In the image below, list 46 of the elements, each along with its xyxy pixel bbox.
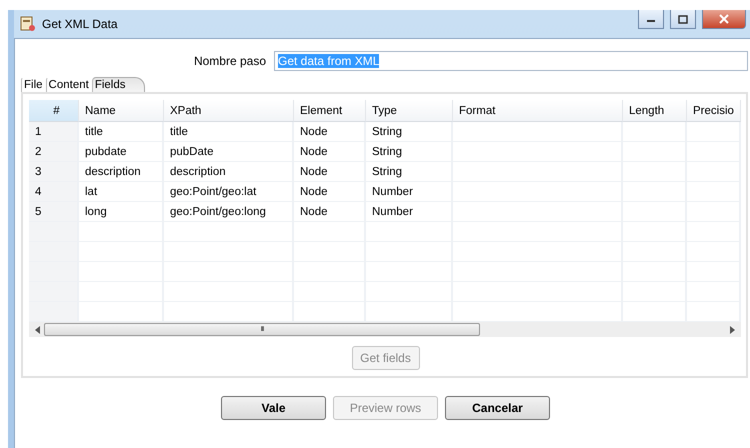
column-header[interactable]: Name [79,100,164,122]
table-cell: title [164,122,294,142]
row-number: 2 [29,142,79,162]
table-cell: Number [366,182,453,202]
tab[interactable]: Fields [92,77,144,92]
table-cell: Number [366,202,453,222]
column-header[interactable]: Length [623,100,687,122]
column-header[interactable]: Precisio [687,100,741,122]
row-number: 5 [29,202,79,222]
table-cell: Node [294,122,366,142]
table-cell: String [366,162,453,182]
minimize-button[interactable] [638,10,664,29]
table-cell: geo:Point/geo:lat [164,182,294,202]
maximize-icon [678,14,688,24]
table-cell: description [164,162,294,182]
tab[interactable]: Content [46,77,92,92]
close-button[interactable] [702,10,746,29]
table-cell: title [79,122,164,142]
column-header[interactable]: Element [294,100,366,122]
maximize-button[interactable] [670,10,696,29]
table-cell: Node [294,202,366,222]
table-cell: String [366,142,453,162]
window-title: Get XML Data [42,17,119,31]
table-cell: long [79,202,164,222]
step-name-label: Nombre paso [194,54,266,68]
column-header[interactable]: Type [366,100,453,122]
table-cell: Node [294,182,366,202]
scroll-right-icon[interactable] [730,326,735,334]
column-header[interactable]: XPath [164,100,294,122]
table-cell: String [366,122,453,142]
column-header[interactable]: # [29,100,79,122]
table-cell: pubdate [79,142,164,162]
table-cell: description [79,162,164,182]
dialog-button[interactable]: Vale [221,396,326,420]
row-number: 3 [29,162,79,182]
table-cell: lat [79,182,164,202]
table-cell: geo:Point/geo:long [164,202,294,222]
scroll-left-icon[interactable] [35,326,40,334]
table-cell: pubDate [164,142,294,162]
table-cell: Node [294,162,366,182]
row-number: 4 [29,182,79,202]
row-number: 1 [29,122,79,142]
dialog-button[interactable]: Cancelar [445,396,550,420]
table-cell: Node [294,142,366,162]
column-header[interactable]: Format [453,100,623,122]
close-icon [719,14,729,24]
